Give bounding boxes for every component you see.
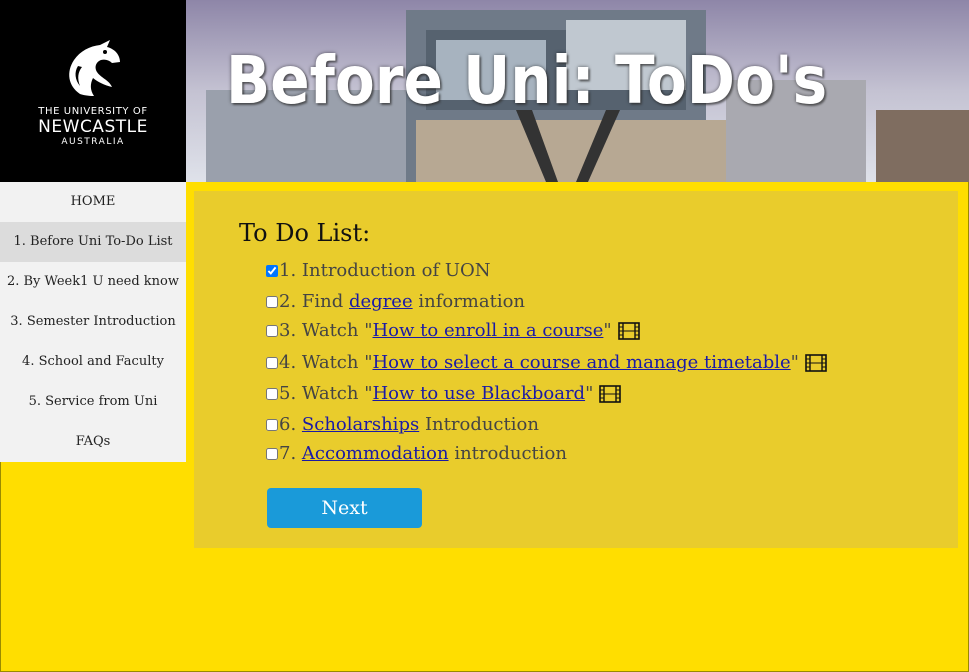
- todo-checkbox-6[interactable]: [266, 418, 278, 431]
- todo-item-prefix: 4. Watch ": [279, 352, 373, 373]
- todo-checkbox-4[interactable]: [266, 356, 278, 369]
- todo-item: 5. Watch " How to use Blackboard ": [266, 383, 622, 404]
- todo-item-prefix: 6.: [279, 414, 297, 435]
- todo-item-suffix: ": [603, 320, 612, 341]
- logo-line-2: NEWCASTLE: [38, 116, 148, 137]
- film-icon[interactable]: [805, 353, 827, 372]
- todo-item-suffix: Introduction: [424, 414, 539, 435]
- todo-item-prefix: 7.: [279, 443, 297, 464]
- sidebar-item-before-uni-todo[interactable]: 1. Before Uni To-Do List: [0, 222, 186, 262]
- sidebar-item-service[interactable]: 5. Service from Uni: [0, 382, 186, 422]
- film-icon[interactable]: [599, 384, 622, 403]
- header: THE UNIVERSITY OF NEWCASTLE AUSTRALIA Be…: [0, 0, 969, 182]
- todo-item: 4. Watch " How to select a course and man…: [266, 352, 827, 373]
- seahorse-logo-icon: [69, 39, 120, 96]
- todo-item: 6. Scholarships Introduction: [266, 414, 539, 435]
- todo-item-prefix: 2. Find: [279, 291, 344, 312]
- todo-item-suffix: ": [790, 352, 799, 373]
- banner-title: Before Uni: ToDo's: [226, 42, 828, 119]
- sidebar-item-week1[interactable]: 2. By Week1 U need know: [0, 262, 186, 302]
- todo-item-suffix: information: [418, 291, 526, 312]
- scholarships-link[interactable]: Scholarships: [302, 414, 419, 435]
- accommodation-link[interactable]: Accommodation: [302, 443, 449, 464]
- todo-item: 7. Accommodation introduction: [266, 443, 567, 464]
- todo-panel: To Do List: 1. Introduction of UON 2. Fi…: [194, 191, 958, 548]
- todo-checkbox-1[interactable]: [266, 264, 278, 277]
- sidebar-item-school-faculty[interactable]: 4. School and Faculty: [0, 342, 186, 382]
- todo-item: 2. Find degree information: [266, 291, 525, 312]
- film-icon[interactable]: [617, 321, 640, 340]
- sidebar-item-faqs[interactable]: FAQs: [0, 422, 186, 462]
- blackboard-video-link[interactable]: How to use Blackboard: [372, 383, 585, 404]
- degree-link[interactable]: degree: [349, 291, 413, 312]
- todo-item-prefix: 3. Watch ": [279, 320, 373, 341]
- todo-item-suffix: ": [585, 383, 594, 404]
- logo-line-3: AUSTRALIA: [61, 136, 125, 147]
- todo-item-prefix: 5. Watch ": [279, 383, 373, 404]
- logo-line-1: THE UNIVERSITY OF: [38, 105, 148, 117]
- todo-item-suffix: introduction: [454, 443, 567, 464]
- todo-checkbox-3[interactable]: [266, 324, 278, 337]
- university-logo[interactable]: THE UNIVERSITY OF NEWCASTLE AUSTRALIA: [0, 0, 186, 182]
- enroll-video-link[interactable]: How to enroll in a course: [372, 320, 603, 341]
- todo-item: 3. Watch " How to enroll in a course ": [266, 320, 640, 341]
- next-button[interactable]: Next: [267, 488, 422, 528]
- sidebar-item-semester-intro[interactable]: 3. Semester Introduction: [0, 302, 186, 342]
- todo-checkbox-2[interactable]: [266, 295, 278, 308]
- todo-item-text: 1. Introduction of UON: [279, 260, 491, 281]
- sidebar-nav: HOME 1. Before Uni To-Do List 2. By Week…: [0, 182, 186, 462]
- todo-item: 1. Introduction of UON: [266, 260, 491, 281]
- timetable-video-link[interactable]: How to select a course and manage timeta…: [372, 352, 790, 373]
- todo-checkbox-5[interactable]: [266, 387, 278, 400]
- todo-title: To Do List:: [239, 219, 371, 247]
- todo-checkbox-7[interactable]: [266, 447, 278, 460]
- sidebar-item-home[interactable]: HOME: [0, 182, 186, 222]
